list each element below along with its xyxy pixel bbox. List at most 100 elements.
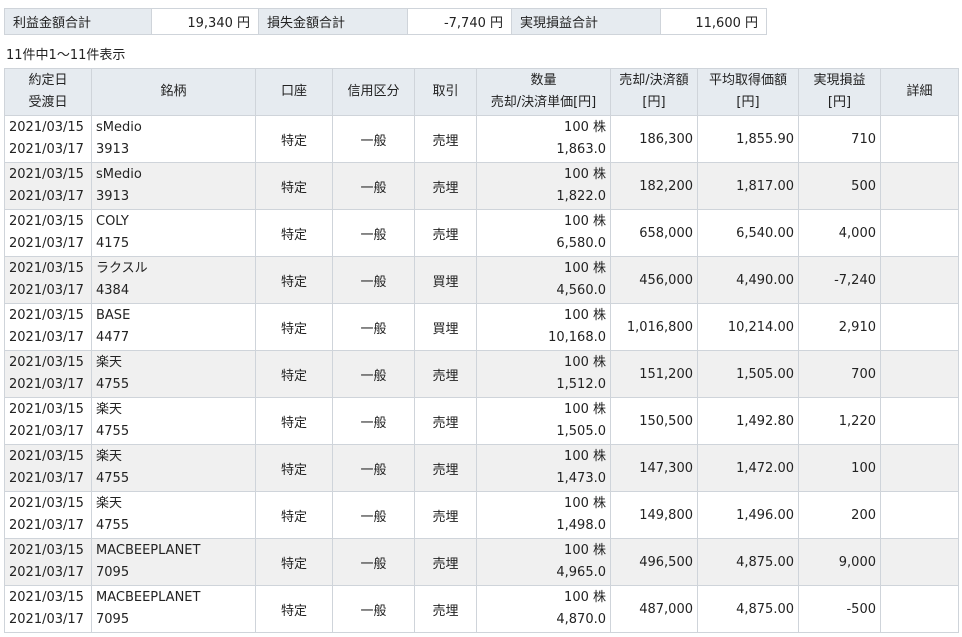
cell-detail [880,350,959,398]
cell-realized-pl: 500 [798,162,881,210]
cell-credit: 一般 [332,256,415,304]
cell-realized-pl: 700 [798,350,881,398]
header-pl-unit: [円] [827,95,852,110]
cell-realized-pl: -7,240 [798,256,881,304]
cell-security: COLY 4175 [91,209,256,257]
average-cost: 1,492.80 [736,413,794,429]
cell-quantity: 100 株 1,505.0 [476,397,611,445]
trade-date: 2021/03/15 [9,120,84,135]
cell-credit: 一般 [332,444,415,492]
settlement-amount: 147,300 [639,460,693,476]
cell-avg-cost: 10,214.00 [697,303,799,351]
cell-amount: 186,300 [610,115,698,163]
cell-amount: 150,500 [610,397,698,445]
header-amount-unit: [円] [642,95,666,110]
security-name: 楽天 [96,355,123,370]
cell-detail [880,491,959,539]
header-trade-date: 約定日 [28,73,68,88]
realized-total-label: 実現損益合計 [511,8,661,35]
settlement-amount: 496,500 [639,554,693,570]
unit-price: 4,965.0 [556,565,606,580]
table-row: 2021/03/15 2021/03/17 sMedio 3913 特定 一般 売埋 100 … [4,162,959,210]
cell-quantity: 100 株 1,512.0 [476,350,611,398]
table-row: 2021/03/15 2021/03/17 MACBEEPLANET 7095 特定 一般… [4,538,959,586]
cell-dates: 2021/03/15 2021/03/17 [4,303,92,351]
quantity: 100 株 [564,590,606,605]
header-trade: 取引 [414,68,477,116]
settle-date: 2021/03/17 [9,612,84,627]
cell-detail [880,209,959,257]
average-cost: 1,817.00 [736,178,794,194]
cell-detail [880,256,959,304]
cell-security: 楽天 4755 [91,350,256,398]
cell-security: BASE 4477 [91,303,256,351]
security-code: 3913 [96,189,130,204]
realized-total-value: 11,600 円 [660,8,767,35]
cell-avg-cost: 1,855.90 [697,115,799,163]
settle-date: 2021/03/17 [9,471,84,486]
quantity: 100 株 [564,167,606,182]
security-name: 楽天 [96,402,123,417]
trade-type: 売埋 [432,227,459,243]
cell-trade: 売埋 [414,350,477,398]
cell-security: sMedio 3913 [91,162,256,210]
security-code: 4175 [96,236,130,251]
cell-dates: 2021/03/15 2021/03/17 [4,444,92,492]
settle-date: 2021/03/17 [9,518,84,533]
cell-credit: 一般 [332,115,415,163]
realized-pl: 9,000 [838,554,876,570]
quantity: 100 株 [564,120,606,135]
cell-credit: 一般 [332,350,415,398]
security-code: 4477 [96,330,130,345]
cell-account: 特定 [255,350,333,398]
cell-avg-cost: 4,875.00 [697,538,799,586]
header-account: 口座 [255,68,333,116]
realized-pl: 710 [851,131,876,147]
header-unit-price: 売却/決済単価[円] [490,95,597,110]
header-settle-date: 受渡日 [28,95,68,110]
cell-account: 特定 [255,397,333,445]
cell-amount: 658,000 [610,209,698,257]
header-amount: 売却/決済額 [円] [610,68,698,116]
table-header-row: 約定日 受渡日 銘柄 口座 信用区分 取引 数量 売却/決済単価[円] 売却/決… [4,68,959,116]
cell-trade: 売埋 [414,209,477,257]
cell-dates: 2021/03/15 2021/03/17 [4,115,92,163]
unit-price: 10,168.0 [548,330,606,345]
header-credit: 信用区分 [332,68,415,116]
table-row: 2021/03/15 2021/03/17 COLY 4175 特定 一般 売埋 100 株 6… [4,209,959,257]
unit-price: 1,863.0 [556,142,606,157]
settlement-amount: 150,500 [639,413,693,429]
trade-date: 2021/03/15 [9,308,84,323]
credit-type: 一般 [360,321,387,337]
cell-avg-cost: 4,490.00 [697,256,799,304]
header-detail: 詳細 [880,68,959,116]
trade-type: 売埋 [432,556,459,572]
trade-date: 2021/03/15 [9,449,84,464]
cell-security: MACBEEPLANET 7095 [91,538,256,586]
account-type: 特定 [280,556,307,572]
cell-dates: 2021/03/15 2021/03/17 [4,209,92,257]
header-avg-label: 平均取得価額 [708,73,787,88]
unit-price: 1,473.0 [556,471,606,486]
quantity: 100 株 [564,308,606,323]
cell-account: 特定 [255,162,333,210]
cell-trade: 買埋 [414,256,477,304]
average-cost: 4,875.00 [736,601,794,617]
cell-quantity: 100 株 10,168.0 [476,303,611,351]
credit-type: 一般 [360,368,387,384]
table-row: 2021/03/15 2021/03/17 楽天 4755 特定 一般 売埋 100 株 1,5… [4,397,959,445]
cell-account: 特定 [255,256,333,304]
realized-pl: -500 [846,601,876,617]
average-cost: 10,214.00 [727,319,794,335]
security-name: BASE [96,308,131,323]
credit-type: 一般 [360,603,387,619]
credit-type: 一般 [360,274,387,290]
account-type: 特定 [280,603,307,619]
security-name: 楽天 [96,496,123,511]
cell-avg-cost: 1,472.00 [697,444,799,492]
security-name: MACBEEPLANET [96,543,201,558]
cell-realized-pl: -500 [798,585,881,633]
account-type: 特定 [280,274,307,290]
realized-pl: -7,240 [834,272,876,288]
security-code: 4755 [96,471,130,486]
